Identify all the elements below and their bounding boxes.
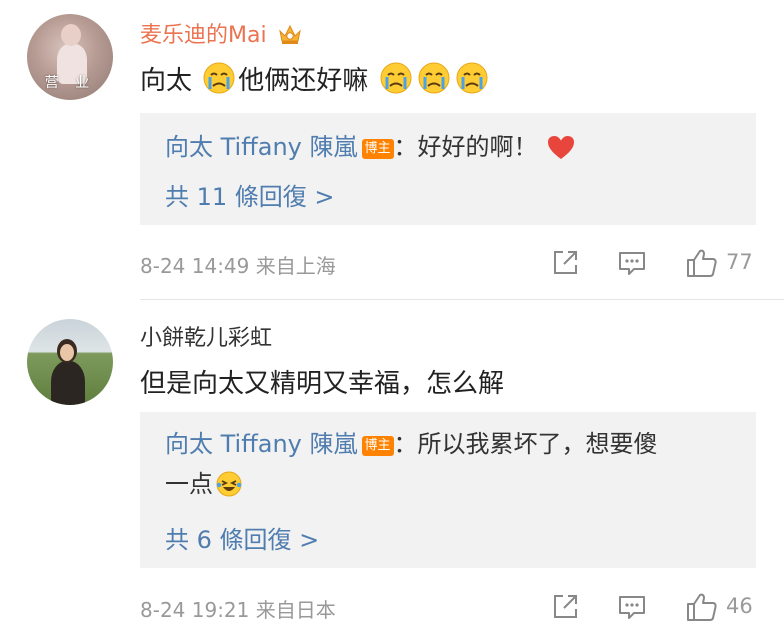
username-label: 麦乐迪的Mai bbox=[140, 23, 267, 48]
like-count: 46 bbox=[726, 594, 753, 618]
avatar[interactable] bbox=[27, 319, 113, 405]
share-icon[interactable] bbox=[550, 248, 580, 278]
comment-meta: 8-24 19:21 来自日本 bbox=[140, 594, 336, 623]
crying-emoji-icon bbox=[379, 61, 413, 102]
share-icon[interactable] bbox=[550, 592, 580, 622]
crown-icon bbox=[278, 23, 302, 51]
reply-line: 向太 Tiffany 陳嵐 博主 ：所以我累坏了，想要傻 一点 bbox=[165, 424, 736, 510]
comment-text: 向太 他俩还好嘛 bbox=[140, 60, 491, 102]
laughing-emoji-icon bbox=[215, 470, 243, 510]
comment-date: 8-24 14:49 bbox=[140, 254, 250, 278]
crying-emoji-icon bbox=[417, 61, 451, 102]
comment-location: 来自日本 bbox=[255, 598, 336, 622]
comment-location: 来自上海 bbox=[255, 254, 336, 278]
comment-icon[interactable] bbox=[617, 248, 647, 278]
reply-author[interactable]: 向太 Tiffany 陳嵐 bbox=[165, 133, 358, 161]
author-badge: 博主 bbox=[361, 436, 394, 456]
view-replies-link[interactable]: 共 6 條回復 > bbox=[165, 520, 319, 555]
crying-emoji-icon bbox=[455, 61, 489, 102]
like-count: 77 bbox=[726, 250, 753, 274]
view-replies-link[interactable]: 共 11 條回復 > bbox=[165, 177, 335, 212]
reply-text-line2: 一点 bbox=[165, 470, 213, 498]
author-badge: 博主 bbox=[361, 139, 394, 159]
reply-preview[interactable]: 向太 Tiffany 陳嵐 博主 ：好好的啊！ 共 11 條回復 > bbox=[140, 113, 756, 225]
username[interactable]: 小餅乾儿彩虹 bbox=[140, 320, 272, 352]
comment-meta: 8-24 14:49 来自上海 bbox=[140, 250, 336, 279]
reply-text: ：好好的啊！ bbox=[393, 133, 538, 161]
comment-date: 8-24 19:21 bbox=[140, 598, 250, 622]
heart-icon bbox=[547, 133, 575, 173]
comment-text: 但是向太又精明又幸福，怎么解 bbox=[140, 369, 505, 399]
like-icon[interactable] bbox=[686, 248, 717, 278]
like-icon[interactable] bbox=[686, 592, 717, 622]
crying-emoji-icon bbox=[202, 61, 236, 102]
username[interactable]: 麦乐迪的Mai bbox=[140, 17, 302, 51]
comment-icon[interactable] bbox=[617, 592, 647, 622]
avatar-tag: 营 业 bbox=[44, 75, 96, 91]
comment-item: 小餅乾儿彩虹 但是向太又精明又幸福，怎么解 向太 Tiffany 陳嵐 博主 ：所以… bbox=[0, 300, 784, 640]
reply-author[interactable]: 向太 Tiffany 陳嵐 bbox=[165, 430, 358, 458]
avatar[interactable]: 营 业 bbox=[27, 14, 113, 100]
reply-text: ：所以我累坏了，想要傻 bbox=[393, 430, 658, 458]
reply-line: 向太 Tiffany 陳嵐 博主 ：好好的啊！ bbox=[165, 127, 736, 173]
reply-preview[interactable]: 向太 Tiffany 陳嵐 博主 ：所以我累坏了，想要傻 一点 共 6 條回復 > bbox=[140, 412, 756, 568]
comment-item: 营 业 麦乐迪的Mai 向太 他俩还好嘛 向太 Tiffany 陳嵐 博主 ：好好的… bbox=[0, 0, 784, 300]
